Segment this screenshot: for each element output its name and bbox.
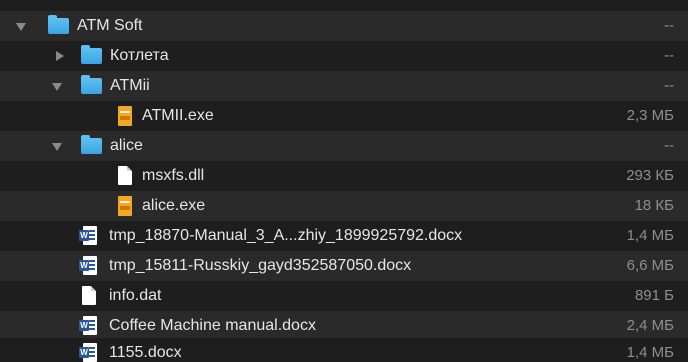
disclosure-triangle-down-icon[interactable] [52,83,62,91]
file-name: msxfs.dll [142,167,205,184]
file-name: 1155.docx [109,344,182,361]
file-row-tmp-15811-docx[interactable]: W tmp_15811-Russkiy_gayd352587050.docx 6… [0,251,688,281]
disclosure-triangle-right-icon[interactable] [56,51,64,61]
file-name: tmp_18870-Manual_3_A...zhiy_1899925792.d… [109,227,463,244]
file-row-kotleta[interactable]: Котлета -- [0,41,688,71]
file-size: 1,4 МБ [626,227,674,244]
file-name: Coffee Machine manual.docx [109,317,316,334]
file-list: ATM Soft -- Котлета -- ATMii -- ATMII.ex… [0,0,688,362]
file-name: alice.exe [142,197,206,214]
file-size: -- [664,137,674,154]
word-document-icon: W [79,226,97,245]
file-row-alice-exe[interactable]: alice.exe 18 КБ [0,191,688,221]
file-size: 891 Б [634,287,674,304]
file-size: 2,3 МБ [626,107,674,124]
file-size: 1,4 МБ [626,344,674,361]
file-row-atmii[interactable]: ATMii -- [0,71,688,101]
document-icon [118,166,132,185]
file-row-1155-docx[interactable]: W 1155.docx 1,4 МБ [0,338,688,362]
file-size: 2,4 МБ [626,317,674,334]
file-size: -- [664,47,674,64]
file-row-atmii-exe[interactable]: ATMII.exe 2,3 МБ [0,101,688,131]
folder-icon [81,75,102,94]
file-name: ATMii [110,77,150,94]
file-size: 293 КБ [626,167,674,184]
file-size: 6,6 МБ [626,257,674,274]
disclosure-triangle-down-icon[interactable] [52,143,62,151]
document-icon [82,286,96,305]
file-row-info-dat[interactable]: info.dat 891 Б [0,281,688,311]
file-row-tmp-18870-docx[interactable]: W tmp_18870-Manual_3_A...zhiy_1899925792… [0,221,688,251]
file-name: alice [110,137,143,154]
file-name: ATMII.exe [142,107,214,124]
file-row-coffee-machine-docx[interactable]: W Coffee Machine manual.docx 2,4 МБ [0,311,688,341]
file-size: 18 КБ [634,197,674,214]
file-name: tmp_15811-Russkiy_gayd352587050.docx [109,257,412,274]
word-document-icon: W [79,343,97,362]
folder-icon [81,135,102,154]
folder-icon [48,15,69,34]
executable-icon [118,106,132,126]
disclosure-triangle-down-icon[interactable] [16,23,26,31]
file-name: Котлета [110,47,169,64]
file-size: -- [664,17,674,34]
word-document-icon: W [79,316,97,335]
word-document-icon: W [79,256,97,275]
file-row-msxfs-dll[interactable]: msxfs.dll 293 КБ [0,161,688,191]
file-name: ATM Soft [77,17,143,34]
file-size: -- [664,77,674,94]
folder-icon [81,45,102,64]
executable-icon [118,196,132,216]
file-name: info.dat [109,287,162,304]
file-row-alice[interactable]: alice -- [0,131,688,161]
file-row-atm-soft[interactable]: ATM Soft -- [0,11,688,41]
